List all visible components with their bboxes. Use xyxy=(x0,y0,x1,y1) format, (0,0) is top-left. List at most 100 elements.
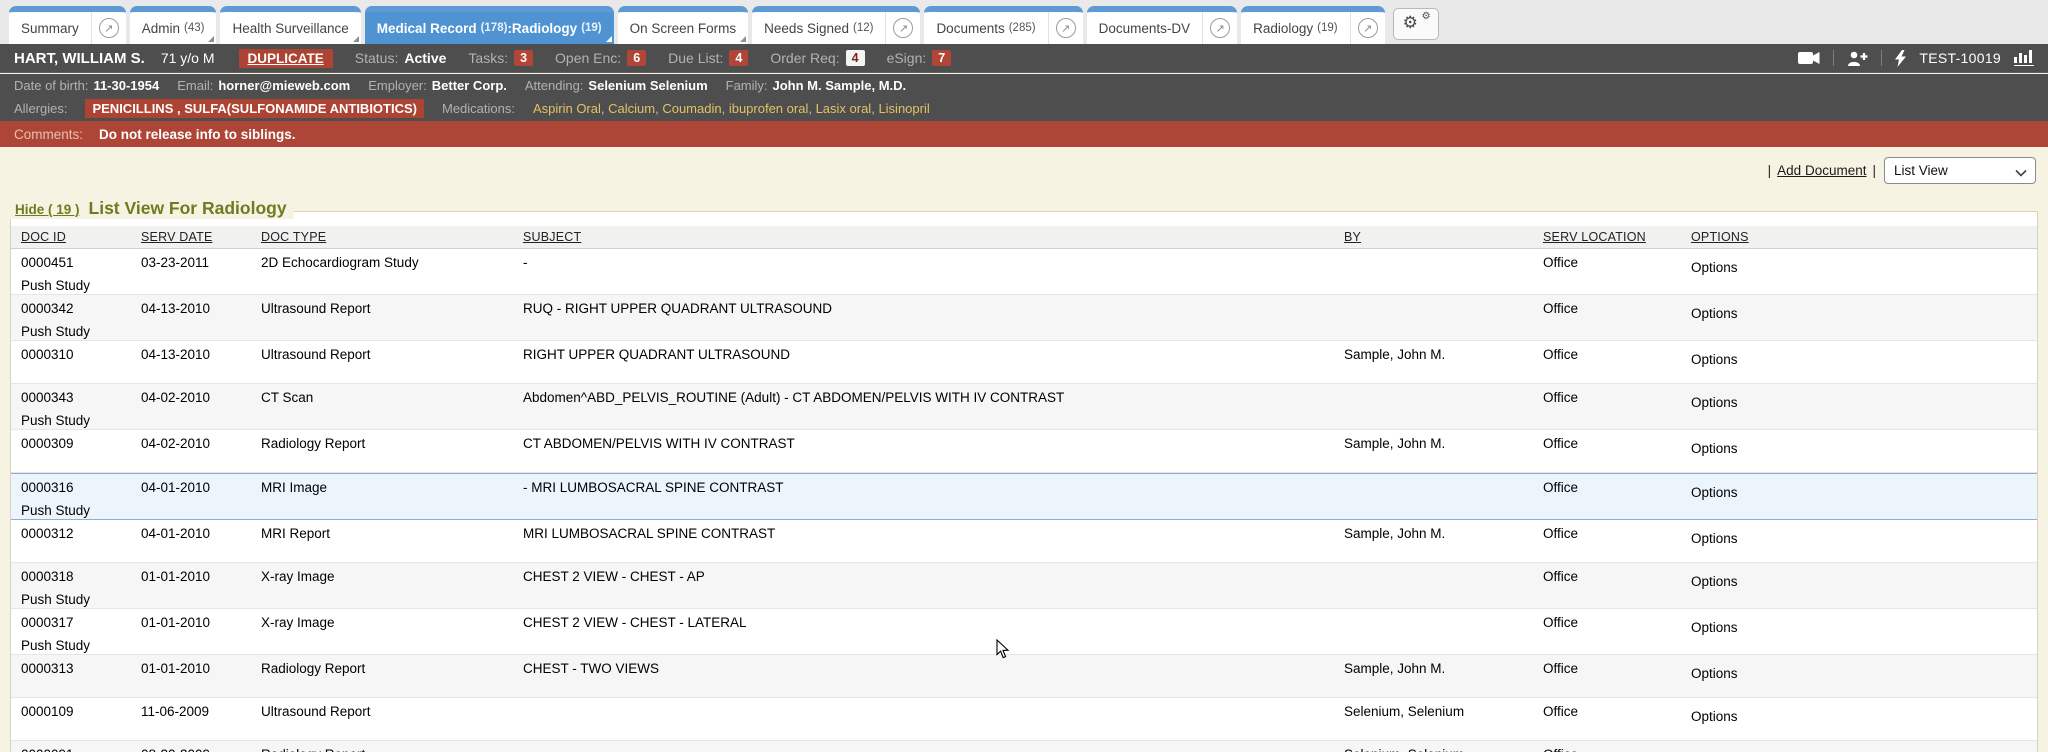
serv-location-cell: Office xyxy=(1543,295,1691,340)
order-req-badge[interactable]: 4 xyxy=(846,50,865,66)
duplicate-badge[interactable]: DUPLICATE xyxy=(239,49,333,68)
table-row[interactable]: 0000318Push Study 01-01-2010 X-ray Image… xyxy=(11,563,2037,609)
column-header-doc-id[interactable]: DOC ID xyxy=(21,230,141,244)
doc-id-link[interactable]: 0000091 xyxy=(21,746,141,752)
push-study-link[interactable]: Push Study xyxy=(21,637,141,654)
medication-link[interactable]: ibuprofen oral xyxy=(729,101,809,116)
table-row[interactable]: 0000310 04-13-2010 Ultrasound Report RIG… xyxy=(11,341,2037,384)
due-list-badge[interactable]: 4 xyxy=(729,50,748,66)
push-study-link[interactable]: Push Study xyxy=(21,502,141,519)
hide-link[interactable]: Hide ( 19 ) xyxy=(15,202,80,217)
options-link[interactable]: Options xyxy=(1691,351,1738,368)
options-link[interactable]: Options xyxy=(1691,484,1738,501)
column-header-by[interactable]: BY xyxy=(1344,230,1543,244)
table-row[interactable]: 0000451Push Study 03-23-2011 2D Echocard… xyxy=(11,249,2037,295)
table-row[interactable]: 0000317Push Study 01-01-2010 X-ray Image… xyxy=(11,609,2037,655)
doc-id-link[interactable]: 0000109 xyxy=(21,703,141,720)
tab[interactable]: Summary ↗ xyxy=(9,6,126,44)
doc-id-link[interactable]: 0000313 xyxy=(21,660,141,677)
push-study-link[interactable]: Push Study xyxy=(21,591,141,608)
open-in-new-tab-button[interactable]: ↗ xyxy=(885,12,920,44)
tab[interactable]: Health Surveillance xyxy=(220,6,360,44)
employer-label: Employer: xyxy=(368,78,427,93)
column-header-doc-type[interactable]: DOC TYPE xyxy=(261,230,523,244)
column-header-serv-date[interactable]: SERV DATE xyxy=(141,230,261,244)
doc-id-link[interactable]: 0000312 xyxy=(21,525,141,542)
column-header-subject[interactable]: SUBJECT xyxy=(523,230,1344,244)
tab[interactable]: Admin (43) xyxy=(130,6,217,44)
push-study-link[interactable]: Push Study xyxy=(21,277,141,294)
table-row[interactable]: 0000312 04-01-2010 MRI Report MRI LUMBOS… xyxy=(11,520,2037,563)
tab[interactable]: Radiology (19) ↗ xyxy=(1241,6,1385,44)
medication-link[interactable]: Aspirin Oral xyxy=(533,101,601,116)
open-enc-badge[interactable]: 6 xyxy=(627,50,646,66)
open-in-new-tab-button[interactable]: ↗ xyxy=(1202,12,1237,44)
options-link[interactable]: Options xyxy=(1691,440,1738,457)
bar-chart-icon[interactable] xyxy=(2014,50,2034,66)
add-document-link[interactable]: Add Document xyxy=(1777,163,1866,178)
open-in-new-tab-button[interactable]: ↗ xyxy=(1048,12,1083,44)
tab[interactable]: On Screen Forms xyxy=(618,6,749,44)
open-in-new-tab-button[interactable]: ↗ xyxy=(1350,12,1385,44)
column-header-serv-location[interactable]: SERV LOCATION xyxy=(1543,230,1691,244)
table-row[interactable]: 0000313 01-01-2010 Radiology Report CHES… xyxy=(11,655,2037,698)
tab[interactable]: Documents (285) ↗ xyxy=(924,6,1082,44)
table-row[interactable]: 0000109 11-06-2009 Ultrasound Report Sel… xyxy=(11,698,2037,741)
doc-id-link[interactable]: 0000317 xyxy=(21,614,141,631)
doc-id-link[interactable]: 0000309 xyxy=(21,435,141,452)
table-row[interactable]: 0000309 04-02-2010 Radiology Report CT A… xyxy=(11,430,2037,473)
medication-link[interactable]: Coumadin xyxy=(662,101,721,116)
tasks-badge[interactable]: 3 xyxy=(514,50,533,66)
doc-type-cell: Ultrasound Report xyxy=(261,698,523,740)
tab-label: Summary xyxy=(21,21,79,36)
table-row[interactable]: 0000316Push Study 04-01-2010 MRI Image -… xyxy=(11,473,2037,520)
tab[interactable]: Documents-DV ↗ xyxy=(1087,6,1238,44)
tab[interactable]: Needs Signed (12) ↗ xyxy=(752,6,920,44)
doc-id-link[interactable]: 0000451 xyxy=(21,254,141,271)
options-link[interactable]: Options xyxy=(1691,259,1738,276)
options-link[interactable]: Options xyxy=(1691,305,1738,322)
tab[interactable]: Medical Record (178) :Radiology (19) xyxy=(365,6,614,44)
family-label: Family: xyxy=(726,78,768,93)
doc-type-cell: Radiology Report xyxy=(261,655,523,697)
divider xyxy=(1881,50,1882,66)
esign-badge[interactable]: 7 xyxy=(932,50,951,66)
settings-gear-button[interactable]: ⚙ ⚙ xyxy=(1393,8,1439,40)
options-link[interactable]: Options xyxy=(1691,530,1738,547)
doc-type-cell: Ultrasound Report xyxy=(261,295,523,340)
by-cell xyxy=(1344,295,1543,340)
doc-id-link[interactable]: 0000343 xyxy=(21,389,141,406)
add-user-icon[interactable] xyxy=(1847,51,1868,66)
doc-type-cell: MRI Report xyxy=(261,520,523,562)
medication-link[interactable]: Lisinopril xyxy=(878,101,929,116)
allergies-label: Allergies: xyxy=(14,101,67,116)
options-link[interactable]: Options xyxy=(1691,708,1738,725)
medication-link[interactable]: Calcium xyxy=(608,101,655,116)
station-id: TEST-10019 xyxy=(1919,50,2001,66)
video-camera-icon[interactable] xyxy=(1798,51,1820,65)
doc-id-link[interactable]: 0000342 xyxy=(21,300,141,317)
by-cell xyxy=(1344,609,1543,654)
options-link[interactable]: Options xyxy=(1691,665,1738,682)
push-study-link[interactable]: Push Study xyxy=(21,412,141,429)
table-row[interactable]: 0000343Push Study 04-02-2010 CT Scan Abd… xyxy=(11,384,2037,430)
allergy-badge[interactable]: PENICILLINS , SULFA(SULFONAMIDE ANTIBIOT… xyxy=(85,99,424,118)
options-link[interactable]: Options xyxy=(1691,619,1738,636)
view-select[interactable]: List View xyxy=(1884,157,2036,184)
push-study-link[interactable]: Push Study xyxy=(21,323,141,340)
status-value: Active xyxy=(404,50,446,66)
allergies-bar: Allergies: PENICILLINS , SULFA(SULFONAMI… xyxy=(0,96,2048,121)
column-header-options[interactable]: OPTIONS xyxy=(1691,230,2037,244)
medication-link[interactable]: Lasix oral xyxy=(816,101,872,116)
doc-id-link[interactable]: 0000316 xyxy=(21,479,141,496)
options-link[interactable]: Options xyxy=(1691,573,1738,590)
open-in-new-tab-button[interactable]: ↗ xyxy=(91,12,126,44)
table-row[interactable]: 0000091 08-20-2009 Radiology Report Sele… xyxy=(11,741,2037,752)
lightning-bolt-icon[interactable] xyxy=(1895,50,1906,67)
mouse-cursor xyxy=(996,639,1010,664)
doc-id-link[interactable]: 0000310 xyxy=(21,346,141,363)
tab-label: Admin xyxy=(142,21,180,36)
table-row[interactable]: 0000342Push Study 04-13-2010 Ultrasound … xyxy=(11,295,2037,341)
options-link[interactable]: Options xyxy=(1691,394,1738,411)
doc-id-link[interactable]: 0000318 xyxy=(21,568,141,585)
